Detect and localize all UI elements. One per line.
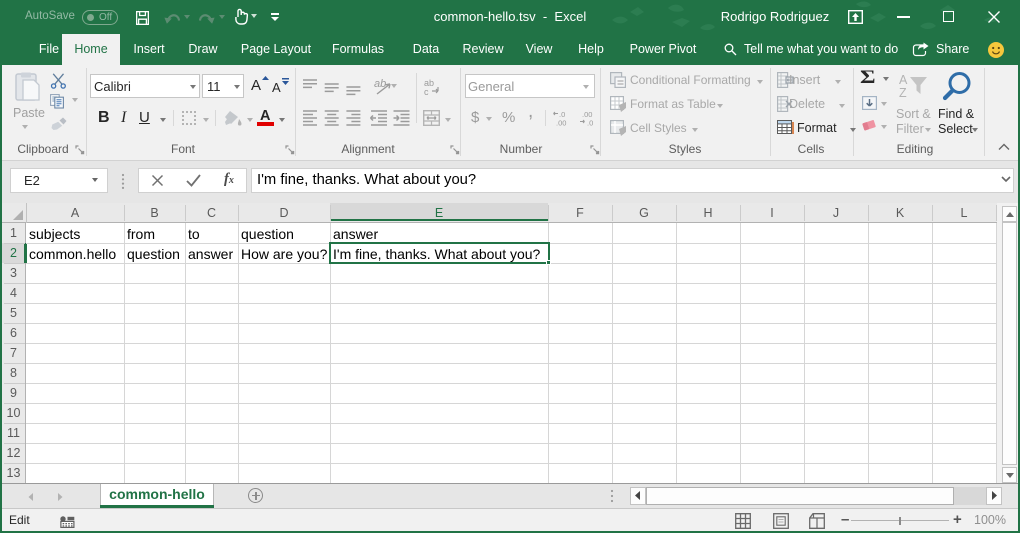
svg-text:.0: .0 xyxy=(587,119,593,127)
svg-text:.00: .00 xyxy=(556,119,566,127)
svg-text:Z: Z xyxy=(899,86,907,100)
svg-text:c: c xyxy=(424,87,429,96)
svg-text:A: A xyxy=(899,73,908,87)
